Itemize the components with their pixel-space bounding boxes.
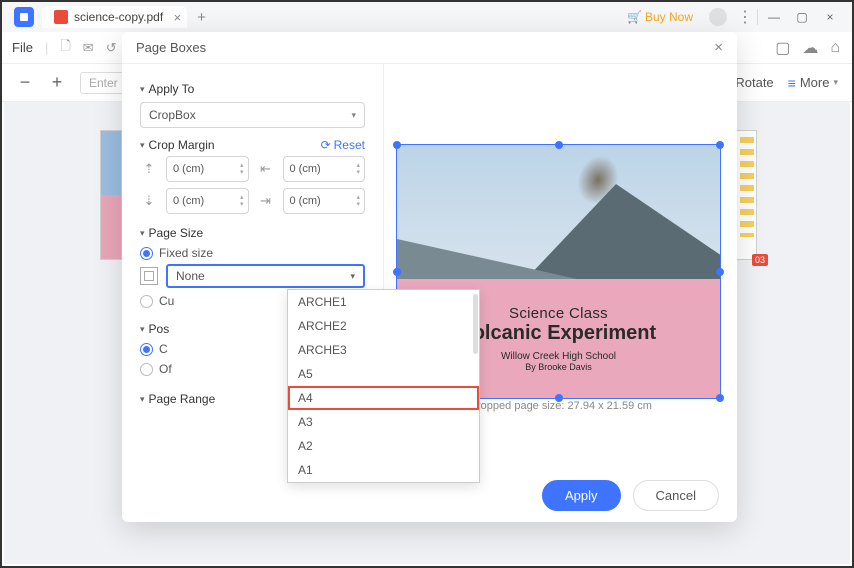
size-option[interactable]: A5	[288, 362, 479, 386]
zoom-out-button[interactable]: −	[16, 72, 34, 93]
position-label: Pos	[149, 322, 170, 336]
radio-checked-icon	[140, 343, 153, 356]
reset-label: Reset	[334, 138, 365, 152]
page-size-select[interactable]: None ▾	[166, 264, 365, 288]
size-option[interactable]: A3	[288, 410, 479, 434]
margin-left-icon: ⇤	[257, 161, 275, 177]
dialog-close-button[interactable]: ×	[714, 39, 723, 56]
new-tab-button[interactable]: +	[197, 9, 206, 26]
hamburger-icon: ≡	[788, 75, 796, 91]
user-avatar-icon[interactable]	[709, 8, 727, 26]
margin-bottom-icon: ⇣	[140, 193, 158, 209]
size-option[interactable]: A1	[288, 458, 479, 482]
chevron-down-icon: ▾	[351, 110, 356, 121]
margin-top-input[interactable]: 0 (cm)▴▾	[166, 156, 249, 182]
apply-to-section[interactable]: Apply To	[140, 82, 365, 96]
size-option-highlighted[interactable]: A4	[288, 386, 479, 410]
margin-bottom-input[interactable]: 0 (cm)▴▾	[166, 188, 249, 214]
page-range-label: Page Range	[149, 392, 216, 406]
close-window-button[interactable]: ×	[818, 5, 842, 29]
crop-margin-section[interactable]: Crop Margin	[140, 138, 215, 152]
save-icon[interactable]: 🗋	[60, 37, 70, 59]
crop-handle[interactable]	[716, 268, 724, 276]
page-number-badge: 03	[752, 254, 768, 266]
minimize-button[interactable]: —	[762, 5, 786, 29]
size-option[interactable]: ARCHE1	[288, 290, 479, 314]
more-label: More	[800, 75, 830, 90]
undo-icon[interactable]: ↺	[106, 40, 117, 56]
rotate-button[interactable]: Rotate	[735, 75, 773, 90]
zoom-in-button[interactable]: +	[48, 72, 66, 93]
crop-handle[interactable]	[393, 141, 401, 149]
document-tab[interactable]: science-copy.pdf ×	[42, 6, 187, 28]
close-tab-icon[interactable]: ×	[174, 10, 182, 25]
pdf-icon	[54, 10, 68, 24]
tab-title: science-copy.pdf	[74, 10, 163, 24]
mail-icon[interactable]: ✉	[83, 40, 94, 56]
apply-to-select[interactable]: CropBox ▾	[140, 102, 365, 128]
apply-to-label: Apply To	[149, 82, 195, 96]
dialog-header: Page Boxes ×	[122, 32, 737, 64]
app-logo-icon	[14, 7, 34, 27]
page-size-value: None	[176, 269, 205, 283]
buy-now-link[interactable]: 🛒 Buy Now	[627, 10, 693, 24]
preview-sub1: Willow Creek High School	[501, 351, 616, 362]
radio-checked-icon	[140, 247, 153, 260]
size-option[interactable]: ARCHE2	[288, 314, 479, 338]
preview-title2: Volcanic Experiment	[461, 322, 656, 345]
open-icon[interactable]: ▢	[775, 38, 790, 58]
preview-sub2: By Brooke Davis	[525, 362, 592, 372]
crop-handle[interactable]	[555, 141, 563, 149]
apply-button[interactable]: Apply	[542, 480, 621, 511]
maximize-button[interactable]: ▢	[790, 5, 814, 29]
radio-empty-icon	[140, 363, 153, 376]
cloud-icon[interactable]: ☁	[802, 38, 818, 58]
offset-label: Of	[159, 362, 172, 376]
chevron-down-icon: ▾	[350, 271, 355, 282]
margin-top-icon: ⇡	[140, 161, 158, 177]
title-bar: science-copy.pdf × + 🛒 Buy Now ⋮ — ▢ ×	[2, 2, 852, 32]
refresh-icon: ⟳	[321, 138, 331, 152]
radio-empty-icon	[140, 295, 153, 308]
cart-icon: 🛒	[627, 10, 642, 24]
page-thumbnail-right	[735, 130, 757, 260]
crop-handle[interactable]	[393, 268, 401, 276]
aspect-ratio-icon	[140, 267, 158, 285]
reset-button[interactable]: ⟳ Reset	[321, 138, 365, 152]
page-size-section[interactable]: Page Size	[140, 226, 365, 240]
crop-margin-label: Crop Margin	[149, 138, 215, 152]
cancel-button[interactable]: Cancel	[633, 480, 719, 511]
preview-title1: Science Class	[509, 305, 608, 322]
fixed-size-radio[interactable]: Fixed size	[140, 246, 365, 260]
custom-size-label: Cu	[159, 294, 174, 308]
fixed-size-label: Fixed size	[159, 246, 213, 260]
apply-to-value: CropBox	[149, 108, 196, 122]
page-thumbnail-left	[100, 130, 122, 260]
kebab-icon[interactable]: ⋮	[737, 7, 753, 27]
margin-left-input[interactable]: 0 (cm)▴▾	[283, 156, 366, 182]
dialog-title: Page Boxes	[136, 40, 206, 55]
file-menu[interactable]: File	[12, 40, 33, 55]
margin-right-input[interactable]: 0 (cm)▴▾	[283, 188, 366, 214]
size-option[interactable]: ARCHE3	[288, 338, 479, 362]
page-size-dropdown[interactable]: ARCHE1 ARCHE2 ARCHE3 A5 A4 A3 A2 A1	[287, 289, 480, 483]
margin-right-icon: ⇥	[257, 193, 275, 209]
center-label: C	[159, 342, 168, 356]
divider	[757, 9, 758, 25]
buy-now-label: Buy Now	[645, 10, 693, 24]
crop-handle[interactable]	[716, 141, 724, 149]
size-option[interactable]: A2	[288, 434, 479, 458]
home-icon[interactable]: ⌂	[830, 39, 840, 57]
page-boxes-dialog: Page Boxes × Apply To CropBox ▾ Crop Mar…	[122, 32, 737, 522]
scrollbar[interactable]	[473, 294, 478, 354]
more-menu[interactable]: ≡ More ▾	[788, 75, 838, 91]
page-size-label: Page Size	[149, 226, 204, 240]
